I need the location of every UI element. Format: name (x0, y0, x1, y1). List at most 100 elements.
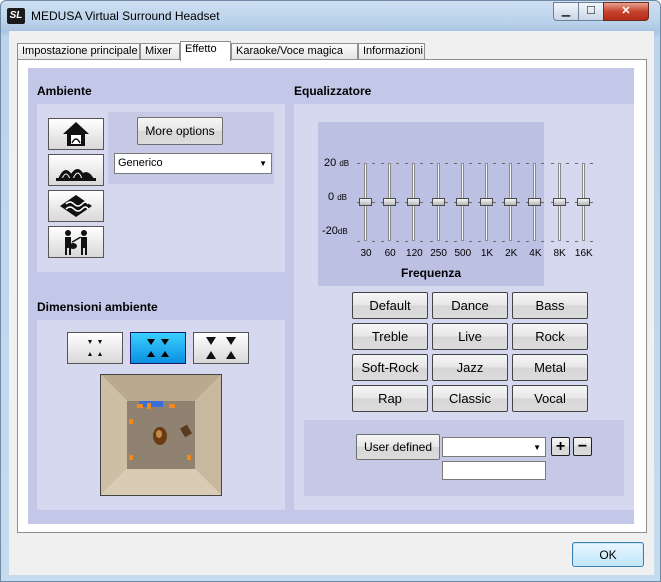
room-size-medium-button[interactable] (130, 332, 186, 364)
eq-preset-button[interactable]: Rap (352, 385, 428, 412)
eq-preset-button[interactable]: Vocal (512, 385, 588, 412)
eq-tick (517, 202, 521, 203)
eq-slider-thumb[interactable] (407, 198, 421, 206)
eq-tick (453, 241, 457, 242)
eq-slider-thumb[interactable] (576, 198, 590, 206)
eq-preset-button[interactable]: Rock (512, 323, 588, 350)
eq-tick (493, 163, 496, 164)
db-bottom-unit: dB (337, 227, 348, 236)
eq-slider-thumb[interactable] (480, 198, 493, 206)
tab-informazioni[interactable]: Informazioni (358, 43, 425, 60)
eq-tick (589, 163, 593, 164)
eq-tick (468, 163, 472, 164)
eq-slider-thumb[interactable] (383, 198, 397, 206)
eq-tick (493, 241, 496, 242)
eq-preset-button[interactable]: Default (352, 292, 428, 319)
eq-tick (405, 241, 409, 242)
eq-tick (526, 163, 530, 164)
eq-tick (550, 163, 554, 164)
eq-tick (396, 163, 400, 164)
db-top-value: 20 (324, 157, 337, 169)
room-size-small-button[interactable] (67, 332, 123, 364)
room-large-icon (206, 337, 236, 359)
client-area: Impostazione principale Mixer Effetto Ka… (9, 31, 654, 575)
chevron-down-icon: ▼ (259, 159, 267, 168)
add-preset-button[interactable]: + (551, 437, 570, 456)
eq-preset-button[interactable]: Classic (432, 385, 508, 412)
eq-tick (444, 241, 448, 242)
eq-preset-button[interactable]: Metal (512, 354, 588, 381)
opera-house-icon (56, 169, 96, 181)
eq-slider-thumb[interactable] (431, 198, 445, 206)
house-icon (63, 122, 89, 146)
app-logo-icon: SL (7, 8, 25, 24)
more-options-button[interactable]: More options (137, 117, 223, 145)
effetto-panel: Ambiente More options Generico ▼ Dimensi… (17, 59, 647, 533)
ok-button[interactable]: OK (572, 542, 644, 567)
eq-tick (541, 241, 545, 242)
user-defined-button[interactable]: User defined (356, 434, 440, 460)
eq-slider-thumb[interactable] (455, 198, 469, 206)
ambiente-title: Ambiente (37, 84, 92, 98)
eq-preset-button[interactable]: Live (432, 323, 508, 350)
ambiente-select[interactable]: Generico ▼ (114, 153, 272, 174)
tab-impostazione-principale[interactable]: Impostazione principale (17, 43, 140, 60)
db-mid-label: 0 dB (328, 191, 347, 203)
db-mid-unit: dB (337, 193, 347, 202)
eq-tick (396, 202, 400, 203)
eq-preset-button[interactable]: Treble (352, 323, 428, 350)
eq-tick (381, 241, 385, 242)
db-top-label: 20 dB (324, 157, 349, 169)
app-window: SL MEDUSA Virtual Surround Headset ▁ ☐ ✕… (0, 0, 661, 582)
eq-tick (372, 202, 375, 203)
db-mid-value: 0 (328, 191, 335, 203)
eq-preset-button[interactable]: Dance (432, 292, 508, 319)
chevron-down-icon: ▼ (533, 443, 541, 452)
room-size-large-button[interactable] (193, 332, 249, 364)
eq-tick (357, 241, 360, 242)
eq-preset-button[interactable]: Bass (512, 292, 588, 319)
preset-name-input[interactable] (442, 461, 546, 480)
tab-karaoke[interactable]: Karaoke/Voce magica (231, 43, 358, 60)
eq-tick (589, 241, 593, 242)
eq-tick (565, 163, 569, 164)
frequency-axis-label: Frequenza (400, 266, 461, 280)
room-preview (100, 374, 222, 496)
tab-effetto[interactable]: Effetto (180, 41, 231, 61)
eq-tick (517, 163, 521, 164)
underwater-icon (60, 195, 92, 217)
maximize-button[interactable]: ☐ (578, 2, 604, 21)
user-preset-select[interactable]: ▼ (442, 437, 546, 457)
close-button[interactable]: ✕ (603, 2, 649, 21)
eq-tick (429, 241, 433, 242)
eq-preset-button[interactable]: Soft-Rock (352, 354, 428, 381)
db-bottom-value: -20 (322, 225, 338, 237)
eq-slider-thumb[interactable] (528, 198, 542, 206)
eq-slider-thumb[interactable] (504, 198, 518, 206)
ambiente-preset-house[interactable] (48, 118, 104, 150)
eq-band-label: 16K (574, 248, 593, 259)
minimize-button[interactable]: ▁ (553, 2, 579, 21)
db-top-unit: dB (339, 159, 350, 168)
room-medium-icon (147, 339, 169, 357)
eq-tick (405, 163, 409, 164)
eq-preset-button[interactable]: Jazz (432, 354, 508, 381)
eq-tick (357, 163, 360, 164)
ambiente-select-value: Generico (118, 157, 163, 169)
ambiente-preset-opera[interactable] (48, 154, 104, 186)
eq-tick (478, 241, 481, 242)
ambiente-preset-underwater[interactable] (48, 190, 104, 222)
tab-mixer[interactable]: Mixer (140, 43, 180, 60)
eq-tick (372, 163, 375, 164)
eq-tick (565, 202, 569, 203)
eq-tick (468, 202, 472, 203)
title-bar[interactable]: SL MEDUSA Virtual Surround Headset ▁ ☐ ✕ (1, 1, 660, 31)
ambiente-preset-concert[interactable] (48, 226, 104, 258)
room-visual-icon (101, 375, 221, 495)
remove-preset-button[interactable]: − (573, 437, 592, 456)
eq-slider-thumb[interactable] (552, 198, 566, 206)
eq-tick (381, 163, 385, 164)
eq-slider-thumb[interactable] (359, 198, 372, 206)
eq-tick (550, 241, 554, 242)
db-bottom-label: -20dB (322, 225, 348, 237)
